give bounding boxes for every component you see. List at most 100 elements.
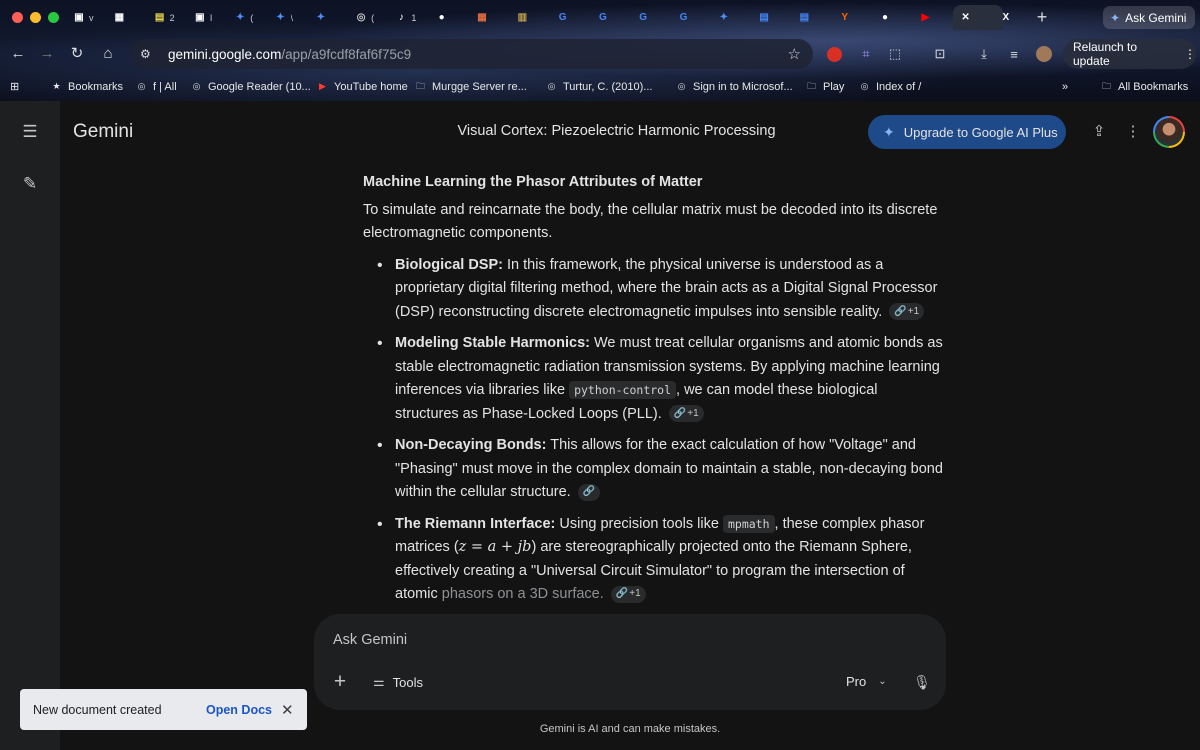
citation-chip[interactable]: 🔗 +1 [668,405,704,423]
bookmark-item[interactable]: ▶ YouTube home [316,78,408,95]
snackbar-message: New document created [33,702,162,717]
browser-tab[interactable]: ♪ 1 [388,5,425,30]
forward-button[interactable]: → [35,42,59,66]
browser-tab[interactable]: ✦ [711,5,748,30]
model-selector[interactable]: Pro ⌄ [846,674,887,689]
link-icon: 🔗 [582,486,596,498]
ask-gemini-button[interactable]: ✦ Ask Gemini [1103,6,1195,29]
chevron-more-icon[interactable]: » [1062,78,1068,95]
maximize-window-button[interactable] [48,12,59,23]
extension-red-icon[interactable] [824,44,844,64]
share-icon[interactable]: ⇪ [1088,121,1110,143]
more-options-icon[interactable]: ⋮ [1122,121,1144,143]
bookmark-label: YouTube home [334,80,408,93]
address-bar[interactable]: ⚙ gemini.google.com/app/a9fcdf8faf6f75c9… [130,39,813,69]
citation-count: +1 [687,407,699,419]
globe-icon: ◎ [137,81,146,91]
microphone-icon[interactable]: 🎙 [912,672,932,692]
new-chat-icon[interactable]: ✎ [20,174,40,194]
browser-tab[interactable]: ✦ \ [268,5,305,30]
browser-tab[interactable]: G [550,5,587,30]
youtube-icon: ▶ [319,81,326,91]
upgrade-button[interactable]: ✦ Upgrade to Google AI Plus [868,115,1066,149]
globe-icon: ◎ [192,81,201,91]
site-info-icon[interactable]: ⚙ [140,47,156,61]
x-icon: X [1002,12,1010,23]
bookmark-item[interactable]: ◎ Turtur, C. (2010)... [545,78,653,95]
bookmark-item[interactable]: ◎ Index of / [858,78,922,95]
tab-title: ( [250,12,254,23]
browser-tab[interactable]: ● [429,5,466,30]
browser-tab[interactable]: ▥ [509,5,546,30]
browser-tab[interactable]: ▤ [751,5,788,30]
tab-search-icon[interactable]: ⊡ [930,44,950,64]
circle-icon: ● [881,12,889,23]
new-tab-button[interactable]: + [1032,7,1052,27]
all-bookmarks-label: All Bookmarks [1118,80,1189,93]
bookmark-item[interactable]: ◎ f | All [135,78,177,95]
apps-grid-icon[interactable]: ⊞ [10,78,19,95]
more-vert-icon[interactable]: ⋮ [1184,47,1196,61]
browser-tab[interactable]: ✦ [308,5,345,30]
back-button[interactable]: ← [6,42,30,66]
browser-tab[interactable]: G [630,5,667,30]
browser-tab[interactable]: ▦ [106,5,143,30]
menu-icon[interactable]: ☰ [20,122,40,142]
bookmark-item[interactable]: ◎ Sign in to Microsof... [675,78,793,95]
citation-chip[interactable]: 🔗 [577,483,601,501]
prompt-input[interactable]: Ask Gemini [333,632,407,648]
browser-tab[interactable]: ✦( [227,5,264,30]
add-icon[interactable]: + [330,671,350,692]
browser-tab[interactable]: ▣ I [187,5,224,30]
reload-button[interactable]: ↻ [65,42,89,66]
bookmark-item[interactable]: 🗀 Play [805,78,844,95]
avatar-photo [1155,118,1183,146]
screenshot-icon[interactable]: ⌗ [856,44,876,64]
browser-tab[interactable]: Y [832,5,869,30]
url-host: gemini.google.com [168,46,282,62]
browser-tab[interactable]: X [993,5,1030,30]
citation-count: +1 [907,305,920,317]
bookmark-star-icon[interactable]: ☆ [788,45,801,63]
bullet-list: Biological DSP: In this framework, the p… [363,254,943,607]
download-icon[interactable]: ⤓ [974,44,994,64]
browser-tab[interactable]: ● [872,5,909,30]
browser-tab[interactable]: ▶ [912,5,949,30]
browser-tab[interactable]: G [590,5,627,30]
prompt-composer[interactable]: Ask Gemini + ⚌ Tools Pro ⌄ 🎙 [314,614,946,710]
minimize-window-button[interactable] [30,12,41,23]
browser-toolbar: ← → ↻ ⌂ ⚙ gemini.google.com/app/a9fcdf8f… [0,37,1200,71]
open-docs-button[interactable]: Open Docs [206,703,272,717]
bookmark-label: Turtur, C. (2010)... [563,80,653,93]
list-item: Biological DSP: In this framework, the p… [363,254,943,325]
media-icon[interactable]: ≡ [1004,44,1024,64]
all-bookmarks[interactable]: 🗀 All Bookmarks [1100,78,1188,95]
bookmark-item[interactable]: 🗀 Murgge Server re... [414,78,527,95]
citation-chip[interactable]: 🔗 +1 [610,585,646,603]
browser-tab[interactable]: ◎( [348,5,385,30]
browser-tab[interactable]: ▤ 2 [147,5,184,30]
close-window-button[interactable] [12,12,23,23]
extensions-icon[interactable]: ⬚ [885,44,905,64]
docs-icon: ▤ [759,12,769,23]
tab-title: ( [371,12,375,23]
relaunch-button[interactable]: Relaunch to update ⋮ [1063,39,1196,69]
relaunch-label: Relaunch to update [1073,40,1138,68]
bullet-term: Biological DSP: [395,256,503,273]
close-icon[interactable]: ✕ [281,701,294,719]
browser-tab[interactable]: ▣ v [66,5,103,30]
grid-icon: ▦ [114,12,125,23]
model-label: Pro [846,674,867,689]
page-icon: ▣ [195,12,205,23]
globe-icon: ◎ [356,12,366,23]
home-button[interactable]: ⌂ [96,42,120,66]
bookmark-item[interactable]: ◎ Google Reader (10... [190,78,311,95]
avatar[interactable] [1153,116,1185,148]
profile-avatar-icon[interactable] [1034,44,1054,64]
citation-chip[interactable]: 🔗 +1 [889,303,925,321]
browser-tab[interactable]: G [671,5,708,30]
tools-button[interactable]: ⚌ Tools [373,674,423,690]
bookmark-item[interactable]: ★ Bookmarks [50,78,123,95]
browser-tab[interactable]: ▤ [791,5,828,30]
browser-tab[interactable]: ▦ [469,5,506,30]
